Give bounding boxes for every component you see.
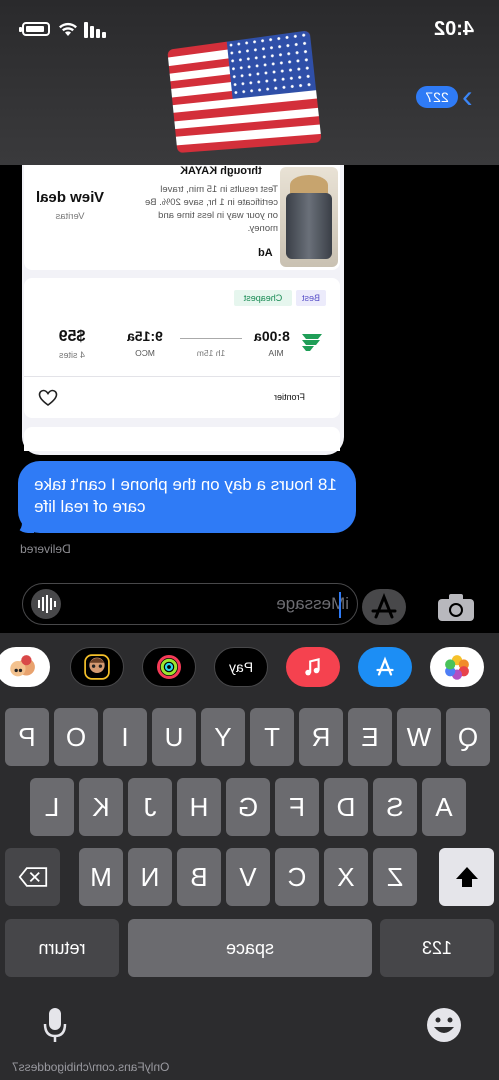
- ad-card[interactable]: through KAYAK Test results in 15 min, tr…: [24, 165, 340, 270]
- badges: Best Cheapest: [234, 290, 334, 306]
- message-text: 18 hours a day on the phone I can't take…: [34, 475, 337, 516]
- memoji-app-icon[interactable]: [70, 647, 124, 687]
- key-a[interactable]: A: [422, 778, 466, 836]
- photos-app-icon[interactable]: [430, 647, 484, 687]
- advertiser-name: Veritas: [55, 211, 85, 222]
- key-m[interactable]: M: [79, 848, 123, 906]
- shift-arrow-icon: [455, 867, 478, 887]
- key-y[interactable]: Y: [201, 708, 245, 766]
- divider: [24, 376, 340, 377]
- delivery-status: Delivered: [20, 542, 71, 556]
- conversation-header: 4:02 227 ‹: [0, 0, 499, 165]
- key-e[interactable]: E: [348, 708, 392, 766]
- return-key[interactable]: return: [5, 919, 119, 977]
- key-o[interactable]: O: [54, 708, 98, 766]
- input-bar: [0, 583, 499, 633]
- ad-label: Ad: [258, 247, 273, 259]
- wifi-icon: [59, 22, 77, 36]
- heart-icon[interactable]: [38, 388, 58, 408]
- app-store-icon: [371, 592, 397, 619]
- key-c[interactable]: C: [275, 848, 319, 906]
- key-u[interactable]: U: [152, 708, 196, 766]
- message-input[interactable]: [83, 584, 349, 624]
- view-deal-button[interactable]: View deal: [30, 189, 110, 206]
- arrive-time: 9:15a: [127, 328, 163, 344]
- key-q[interactable]: Q: [446, 708, 490, 766]
- flag-canton: [226, 30, 317, 100]
- key-v[interactable]: V: [226, 848, 270, 906]
- apple-pay-app-icon[interactable]: Pay: [214, 647, 268, 687]
- app-store-button[interactable]: [362, 589, 406, 625]
- key-l[interactable]: L: [30, 778, 74, 836]
- signal-icon: [84, 22, 108, 38]
- activity-app-icon[interactable]: [142, 647, 196, 687]
- status-time: 4:02: [433, 18, 474, 40]
- music-app-icon[interactable]: [286, 647, 340, 687]
- key-g[interactable]: G: [226, 778, 270, 836]
- flight-price: $59: [58, 328, 86, 345]
- app-store-app-icon[interactable]: [358, 647, 412, 687]
- message-field[interactable]: [22, 583, 358, 625]
- arrive-airport: MCO: [135, 348, 155, 358]
- depart-time: 8:00a: [254, 328, 290, 344]
- back-chevron-icon[interactable]: ‹: [462, 80, 482, 112]
- flight-duration: 1h 15m: [196, 348, 226, 358]
- ad-title: through KAYAK: [180, 165, 262, 177]
- key-k[interactable]: K: [79, 778, 123, 836]
- ad-body: Test results in 15 min, travel certifica…: [144, 184, 278, 234]
- delete-key[interactable]: [5, 848, 60, 906]
- link-preview-card[interactable]: through KAYAK Test results in 15 min, tr…: [22, 165, 344, 455]
- site-count: 4 sites: [59, 350, 86, 360]
- backspace-icon: [18, 867, 47, 887]
- memoji-stickers-app-icon[interactable]: [0, 647, 50, 687]
- key-x[interactable]: X: [324, 848, 368, 906]
- space-key[interactable]: space: [128, 919, 372, 977]
- suitcase-image: [280, 167, 338, 267]
- badge-cheapest: Cheapest: [234, 290, 292, 306]
- shift-key[interactable]: [439, 848, 494, 906]
- keyboard: Q W E R T Y U I O P A S D F G H J K L Z …: [0, 703, 499, 1080]
- key-f[interactable]: F: [275, 778, 319, 836]
- key-n[interactable]: N: [128, 848, 172, 906]
- status-icons: [19, 20, 112, 40]
- next-result-card[interactable]: [24, 427, 340, 451]
- message-bubble[interactable]: 18 hours a day on the phone I can't take…: [18, 461, 356, 533]
- key-i[interactable]: I: [103, 708, 147, 766]
- contact-avatar-flag[interactable]: [167, 30, 322, 153]
- depart-airport: MIA: [268, 348, 284, 358]
- text-cursor: [339, 592, 341, 618]
- key-b[interactable]: B: [177, 848, 221, 906]
- key-p[interactable]: P: [5, 708, 49, 766]
- key-z[interactable]: Z: [373, 848, 417, 906]
- key-t[interactable]: T: [250, 708, 294, 766]
- watermark: OnlyFans.com/chibigoddess7: [12, 1060, 170, 1074]
- airline-logo-icon: [302, 334, 322, 351]
- key-s[interactable]: S: [373, 778, 417, 836]
- key-d[interactable]: D: [324, 778, 368, 836]
- carrier-name: Frontier: [274, 392, 306, 402]
- camera-icon[interactable]: [434, 589, 478, 625]
- audio-waveform-icon[interactable]: [31, 589, 61, 619]
- numbers-key[interactable]: 123: [380, 919, 494, 977]
- badge-best: Best: [296, 290, 326, 306]
- key-h[interactable]: H: [177, 778, 221, 836]
- key-r[interactable]: R: [299, 708, 343, 766]
- emoji-icon[interactable]: [424, 1005, 464, 1045]
- key-j[interactable]: J: [128, 778, 172, 836]
- message-thread[interactable]: through KAYAK Test results in 15 min, tr…: [0, 165, 499, 583]
- duration-line: [180, 338, 242, 339]
- battery-icon: [19, 22, 50, 36]
- microphone-icon[interactable]: [40, 1005, 70, 1045]
- unread-count-badge[interactable]: 227: [416, 86, 458, 108]
- app-drawer: Pay: [0, 633, 499, 703]
- flight-result-card[interactable]: Best Cheapest 8:00a MIA 1h 15m 9:15a MCO…: [24, 278, 340, 418]
- key-w[interactable]: W: [397, 708, 441, 766]
